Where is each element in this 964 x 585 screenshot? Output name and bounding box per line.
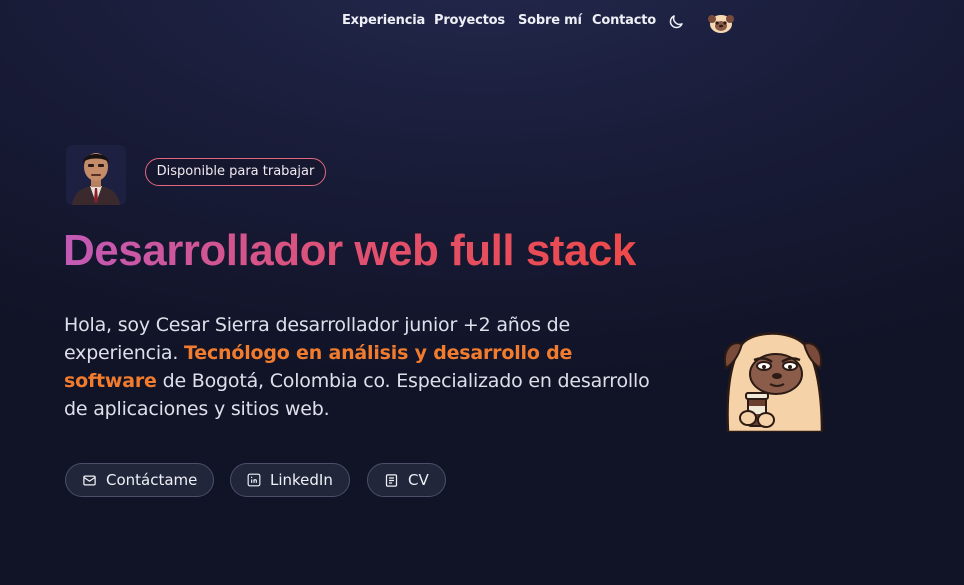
- nav-link-contacto[interactable]: Contacto: [592, 13, 656, 28]
- pug-icon[interactable]: [707, 12, 735, 34]
- contact-button[interactable]: Contáctame: [65, 463, 215, 497]
- moon-icon[interactable]: [667, 13, 685, 31]
- profile-avatar: [66, 145, 126, 205]
- linkedin-button-label: LinkedIn: [270, 471, 333, 489]
- nav-link-experiencia[interactable]: Experiencia: [342, 13, 425, 28]
- cv-button[interactable]: CV: [367, 463, 446, 497]
- linkedin-icon: [247, 473, 261, 487]
- nav-link-proyectos[interactable]: Proyectos: [434, 13, 505, 28]
- document-icon: [385, 473, 398, 487]
- cv-button-label: CV: [408, 471, 429, 489]
- pug-illustration: [724, 332, 824, 432]
- availability-badge: Disponible para trabajar: [145, 158, 326, 186]
- linkedin-button[interactable]: LinkedIn: [230, 463, 350, 497]
- nav-link-sobre-mi[interactable]: Sobre mí: [518, 13, 582, 28]
- mail-icon: [83, 475, 96, 485]
- bio-paragraph: Hola, soy Cesar Sierra desarrollador jun…: [64, 311, 664, 423]
- contact-button-label: Contáctame: [106, 471, 198, 489]
- top-navigation: Experiencia Proyectos Sobre mí Contacto: [0, 11, 964, 35]
- page-title: Desarrollador web full stack: [63, 226, 636, 275]
